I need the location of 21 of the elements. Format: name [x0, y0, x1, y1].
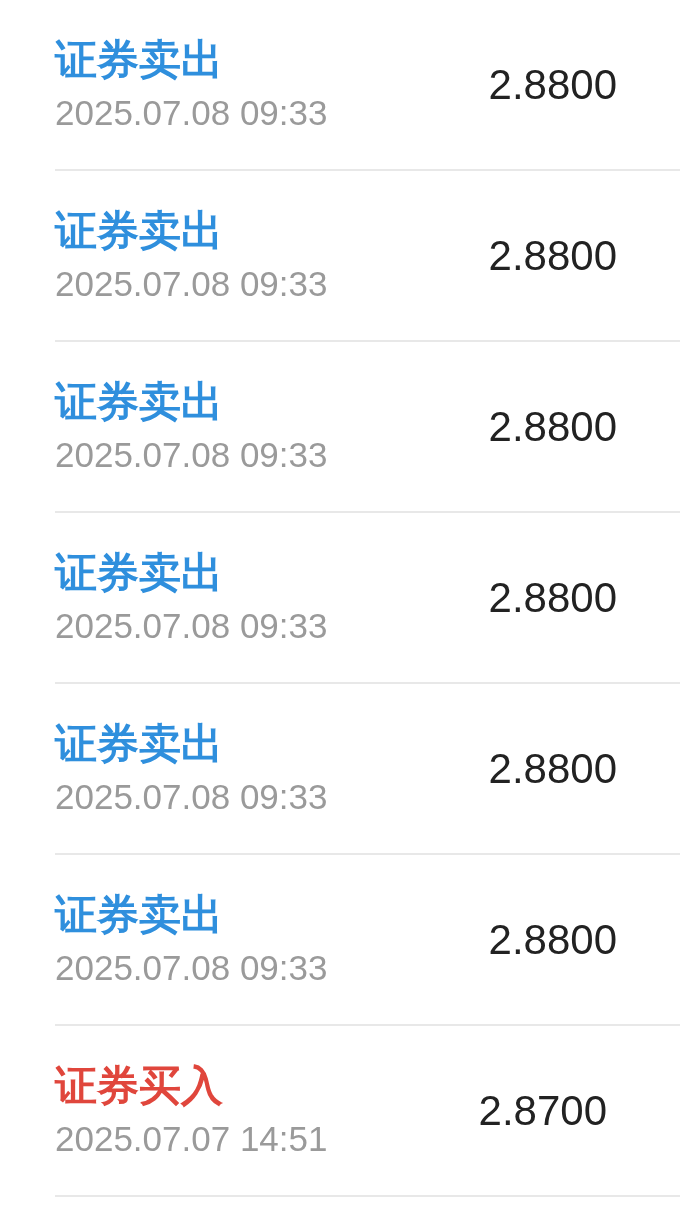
- trade-type: 证券卖出: [55, 547, 224, 598]
- trade-type: 证券买入: [55, 1060, 224, 1111]
- trade-time: 2025.07.08 09:33: [55, 433, 329, 476]
- trade-time: 2025.07.08 09:33: [55, 262, 329, 305]
- trade-price: 2.8800: [488, 60, 618, 110]
- trade-time: 2025.07.08 09:33: [55, 775, 329, 818]
- trade-price: 2.8700: [478, 1086, 608, 1136]
- trade-type: 证券卖出: [55, 205, 224, 256]
- trade-time: 2025.07.08 09:33: [55, 604, 329, 647]
- trade-price: 2.8800: [488, 231, 618, 281]
- trade-type: 证券卖出: [55, 889, 224, 940]
- trade-price: 2.8800: [488, 402, 618, 452]
- trade-time: 2025.07.08 09:33: [55, 91, 329, 134]
- trade-time: 2025.07.07 14:51: [55, 1117, 329, 1160]
- trade-type: 证券卖出: [55, 376, 224, 427]
- trade-price: 2.8800: [488, 915, 618, 965]
- trade-price: 2.8800: [488, 573, 618, 623]
- trade-type: 证券卖出: [55, 34, 224, 85]
- trade-type: 证券卖出: [55, 718, 224, 769]
- trade-time: 2025.07.08 09:33: [55, 946, 329, 989]
- trade-price: 2.8800: [488, 744, 618, 794]
